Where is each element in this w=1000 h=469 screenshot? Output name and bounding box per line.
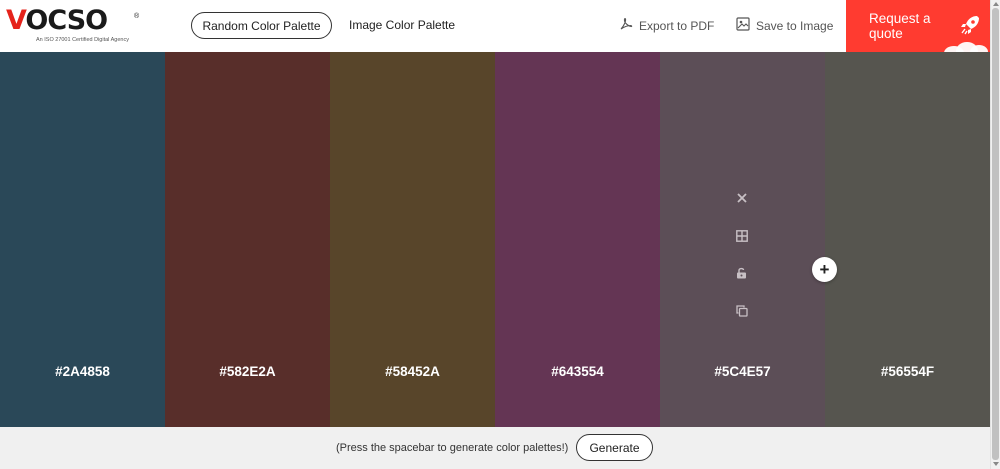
hex-code[interactable]: #582E2A bbox=[165, 364, 330, 379]
generate-button[interactable]: Generate bbox=[576, 434, 653, 461]
hex-code[interactable]: #58452A bbox=[330, 364, 495, 379]
image-color-palette-link[interactable]: Image Color Palette bbox=[349, 18, 455, 32]
scroll-down-arrow-icon[interactable] bbox=[993, 462, 999, 466]
rocket-icon bbox=[958, 13, 982, 42]
color-swatch-active[interactable]: #5C4E57 bbox=[660, 52, 825, 427]
registered-mark: ® bbox=[134, 13, 140, 20]
pdf-icon bbox=[619, 17, 633, 34]
color-swatch[interactable]: #58452A bbox=[330, 52, 495, 427]
hex-code[interactable]: #2A4858 bbox=[0, 364, 165, 379]
logo-wordmark: VOCSO bbox=[6, 5, 108, 36]
save-to-image-label: Save to Image bbox=[756, 18, 834, 33]
color-swatch[interactable]: #643554 bbox=[495, 52, 660, 427]
hex-code[interactable]: #56554F bbox=[825, 364, 990, 379]
color-swatch[interactable]: #582E2A bbox=[165, 52, 330, 427]
add-color-button[interactable]: + bbox=[812, 257, 837, 282]
top-navigation-bar: VOCSO ® An ISO 27001 Certified Digital A… bbox=[0, 0, 990, 52]
close-icon[interactable] bbox=[734, 190, 750, 206]
save-to-image-button[interactable]: Save to Image bbox=[736, 17, 833, 34]
scrollbar-thumb[interactable] bbox=[992, 8, 999, 460]
footer-bar: (Press the spacebar to generate color pa… bbox=[0, 427, 990, 469]
color-swatch[interactable]: #56554F bbox=[825, 52, 990, 427]
request-a-quote-button[interactable]: Request a quote bbox=[846, 0, 990, 52]
color-palette: #2A4858 #582E2A #58452A #643554 #5C4E57 … bbox=[0, 52, 990, 427]
copy-icon[interactable] bbox=[734, 303, 750, 319]
hex-code[interactable]: #643554 bbox=[495, 364, 660, 379]
vocso-logo[interactable]: VOCSO ® An ISO 27001 Certified Digital A… bbox=[6, 6, 141, 46]
logo-tagline: An ISO 27001 Certified Digital Agency bbox=[36, 37, 129, 43]
request-a-quote-label: Request a quote bbox=[869, 11, 931, 41]
hex-code[interactable]: #5C4E57 bbox=[660, 364, 825, 379]
image-icon bbox=[736, 17, 750, 34]
random-color-palette-button[interactable]: Random Color Palette bbox=[191, 12, 332, 39]
export-to-pdf-label: Export to PDF bbox=[639, 18, 715, 33]
color-swatch[interactable]: #2A4858 bbox=[0, 52, 165, 427]
scroll-up-arrow-icon[interactable] bbox=[993, 2, 999, 6]
grid-icon[interactable] bbox=[734, 228, 750, 244]
spacebar-hint: (Press the spacebar to generate color pa… bbox=[336, 442, 569, 454]
export-to-pdf-button[interactable]: Export to PDF bbox=[619, 17, 714, 34]
unlock-icon[interactable] bbox=[734, 265, 750, 281]
cloud-decoration bbox=[970, 45, 988, 52]
page-scrollbar[interactable] bbox=[990, 0, 1000, 469]
